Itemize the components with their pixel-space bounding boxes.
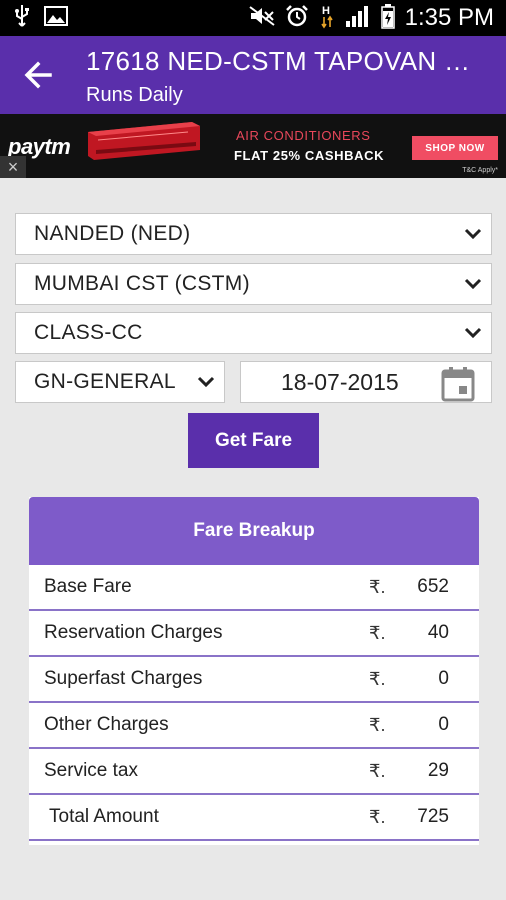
class-select[interactable]: CLASS-CC [15,312,492,354]
battery-charging-icon [380,3,395,34]
currency-symbol: ₹. [369,714,386,735]
signal-icon [345,4,371,33]
fare-row-value: 652 [417,576,449,597]
ad-banner[interactable]: paytm AIR CONDITIONERS FLAT 25% CASHBACK… [0,114,506,178]
from-station-value: NANDED (NED) [34,222,191,245]
journey-date-field[interactable]: 18-07-2015 [240,361,492,403]
image-icon [44,5,68,31]
chevron-down-icon [464,327,482,339]
ad-shop-now-button[interactable]: SHOP NOW [412,136,498,160]
ad-headline: AIR CONDITIONERS [236,128,371,143]
fare-row-label: Service tax [44,760,138,781]
fare-breakup-card: Fare Breakup Base Fare ₹. 652 Reservatio… [29,497,479,845]
currency-symbol: ₹. [369,760,386,781]
currency-symbol: ₹. [369,806,386,827]
class-value: CLASS-CC [34,321,143,344]
fare-row-value: 40 [427,622,449,643]
train-title: 17618 NED-CSTM TAPOVAN EXP [86,46,486,76]
from-station-select[interactable]: NANDED (NED) [15,213,492,255]
currency-symbol: ₹. [369,622,386,643]
quota-select[interactable]: GN-GENERAL [15,361,225,403]
usb-icon [14,4,30,33]
currency-symbol: ₹. [369,668,386,689]
app-bar: 17618 NED-CSTM TAPOVAN EXP Runs Daily [0,36,506,114]
currency-symbol: ₹. [369,576,386,597]
fare-total-label: Total Amount [49,806,159,827]
network-h-icon: H [319,3,335,34]
fare-row-other: Other Charges ₹. 0 [29,703,479,749]
fare-row-service-tax: Service tax ₹. 29 [29,749,479,795]
to-station-select[interactable]: MUMBAI CST (CSTM) [15,263,492,305]
fare-total-value: 725 [417,806,449,827]
fare-row-total: Total Amount ₹. 725 [29,795,479,841]
fare-row-value: 29 [427,760,449,781]
chevron-down-icon [464,228,482,240]
ad-terms: T&C Apply* [462,167,498,174]
quota-value: GN-GENERAL [34,370,176,393]
fare-row-label: Other Charges [44,714,169,735]
fare-breakup-title: Fare Breakup [29,497,479,565]
journey-date-value: 18-07-2015 [281,368,399,395]
ad-offer: FLAT 25% CASHBACK [234,148,385,163]
fare-row-superfast: Superfast Charges ₹. 0 [29,657,479,703]
back-arrow-icon[interactable] [22,58,56,92]
fare-row-value: 0 [438,714,449,735]
chevron-down-icon [464,278,482,290]
get-fare-button[interactable]: Get Fare [188,413,319,468]
svg-text:H: H [322,5,330,17]
fare-row-value: 0 [438,668,449,689]
mute-icon [249,5,275,31]
chevron-down-icon [197,376,215,388]
fare-row-label: Superfast Charges [44,668,203,689]
calendar-icon[interactable] [441,366,475,402]
air-conditioner-image [84,116,204,168]
train-frequency: Runs Daily [86,84,183,106]
to-station-value: MUMBAI CST (CSTM) [34,272,250,295]
fare-row-reservation: Reservation Charges ₹. 40 [29,611,479,657]
alarm-icon [285,4,309,33]
ad-close-icon[interactable]: × [0,156,26,178]
fare-row-label: Reservation Charges [44,622,223,643]
status-bar: H 1:35 PM [0,0,506,36]
fare-row-base: Base Fare ₹. 652 [29,565,479,611]
status-time: 1:35 PM [404,4,494,31]
fare-row-label: Base Fare [44,576,132,597]
